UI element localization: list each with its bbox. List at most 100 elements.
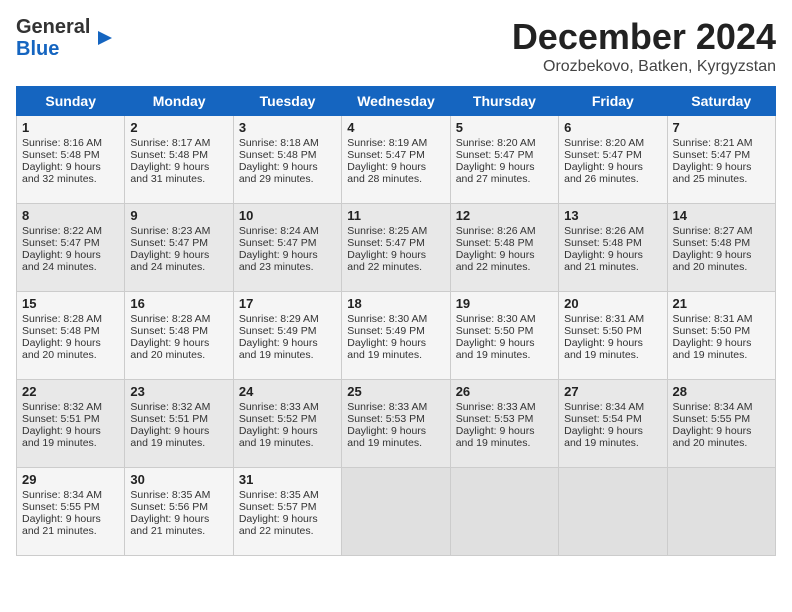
daylight-label: Daylight: 9 hours and 20 minutes. bbox=[22, 337, 101, 361]
sunrise-label: Sunrise: 8:16 AM bbox=[22, 137, 102, 149]
day-number: 3 bbox=[239, 120, 336, 135]
sunrise-label: Sunrise: 8:27 AM bbox=[673, 225, 753, 237]
daylight-label: Daylight: 9 hours and 22 minutes. bbox=[347, 249, 426, 273]
sunset-label: Sunset: 5:57 PM bbox=[239, 501, 317, 513]
day-number: 7 bbox=[673, 120, 770, 135]
sunrise-label: Sunrise: 8:20 AM bbox=[456, 137, 536, 149]
logo-arrow-icon bbox=[94, 27, 116, 49]
day-number: 10 bbox=[239, 208, 336, 223]
calendar-cell: 27 Sunrise: 8:34 AM Sunset: 5:54 PM Dayl… bbox=[559, 380, 667, 468]
daylight-label: Daylight: 9 hours and 25 minutes. bbox=[673, 161, 752, 185]
calendar-cell: 3 Sunrise: 8:18 AM Sunset: 5:48 PM Dayli… bbox=[233, 116, 341, 204]
header-thursday: Thursday bbox=[450, 87, 558, 116]
sunrise-label: Sunrise: 8:30 AM bbox=[456, 313, 536, 325]
calendar-cell: 4 Sunrise: 8:19 AM Sunset: 5:47 PM Dayli… bbox=[342, 116, 450, 204]
daylight-label: Daylight: 9 hours and 29 minutes. bbox=[239, 161, 318, 185]
sunrise-label: Sunrise: 8:34 AM bbox=[564, 401, 644, 413]
daylight-label: Daylight: 9 hours and 21 minutes. bbox=[22, 513, 101, 537]
sunset-label: Sunset: 5:48 PM bbox=[564, 237, 642, 249]
sunrise-label: Sunrise: 8:19 AM bbox=[347, 137, 427, 149]
day-number: 8 bbox=[22, 208, 119, 223]
calendar-cell: 11 Sunrise: 8:25 AM Sunset: 5:47 PM Dayl… bbox=[342, 204, 450, 292]
sunrise-label: Sunrise: 8:26 AM bbox=[564, 225, 644, 237]
sunset-label: Sunset: 5:47 PM bbox=[456, 149, 534, 161]
sunrise-label: Sunrise: 8:34 AM bbox=[673, 401, 753, 413]
day-number: 27 bbox=[564, 384, 661, 399]
daylight-label: Daylight: 9 hours and 19 minutes. bbox=[130, 425, 209, 449]
location-title: Orozbekovo, Batken, Kyrgyzstan bbox=[512, 58, 776, 76]
day-number: 13 bbox=[564, 208, 661, 223]
calendar-week-1: 1 Sunrise: 8:16 AM Sunset: 5:48 PM Dayli… bbox=[17, 116, 776, 204]
day-number: 14 bbox=[673, 208, 770, 223]
calendar-cell: 31 Sunrise: 8:35 AM Sunset: 5:57 PM Dayl… bbox=[233, 468, 341, 556]
calendar-cell: 26 Sunrise: 8:33 AM Sunset: 5:53 PM Dayl… bbox=[450, 380, 558, 468]
day-number: 2 bbox=[130, 120, 227, 135]
day-number: 21 bbox=[673, 296, 770, 311]
day-number: 31 bbox=[239, 472, 336, 487]
sunrise-label: Sunrise: 8:22 AM bbox=[22, 225, 102, 237]
daylight-label: Daylight: 9 hours and 22 minutes. bbox=[239, 513, 318, 537]
sunset-label: Sunset: 5:49 PM bbox=[347, 325, 425, 337]
logo: General Blue bbox=[16, 16, 116, 60]
daylight-label: Daylight: 9 hours and 28 minutes. bbox=[347, 161, 426, 185]
calendar-cell: 19 Sunrise: 8:30 AM Sunset: 5:50 PM Dayl… bbox=[450, 292, 558, 380]
sunset-label: Sunset: 5:47 PM bbox=[347, 237, 425, 249]
sunset-label: Sunset: 5:49 PM bbox=[239, 325, 317, 337]
daylight-label: Daylight: 9 hours and 20 minutes. bbox=[673, 249, 752, 273]
sunset-label: Sunset: 5:56 PM bbox=[130, 501, 208, 513]
sunrise-label: Sunrise: 8:33 AM bbox=[239, 401, 319, 413]
calendar-cell bbox=[667, 468, 775, 556]
daylight-label: Daylight: 9 hours and 19 minutes. bbox=[456, 337, 535, 361]
calendar-cell bbox=[559, 468, 667, 556]
day-number: 15 bbox=[22, 296, 119, 311]
calendar-week-5: 29 Sunrise: 8:34 AM Sunset: 5:55 PM Dayl… bbox=[17, 468, 776, 556]
calendar-cell: 18 Sunrise: 8:30 AM Sunset: 5:49 PM Dayl… bbox=[342, 292, 450, 380]
daylight-label: Daylight: 9 hours and 19 minutes. bbox=[347, 425, 426, 449]
header-tuesday: Tuesday bbox=[233, 87, 341, 116]
sunset-label: Sunset: 5:51 PM bbox=[22, 413, 100, 425]
sunset-label: Sunset: 5:48 PM bbox=[130, 149, 208, 161]
calendar-cell: 12 Sunrise: 8:26 AM Sunset: 5:48 PM Dayl… bbox=[450, 204, 558, 292]
calendar-week-2: 8 Sunrise: 8:22 AM Sunset: 5:47 PM Dayli… bbox=[17, 204, 776, 292]
sunset-label: Sunset: 5:47 PM bbox=[564, 149, 642, 161]
calendar-cell: 6 Sunrise: 8:20 AM Sunset: 5:47 PM Dayli… bbox=[559, 116, 667, 204]
calendar-cell: 10 Sunrise: 8:24 AM Sunset: 5:47 PM Dayl… bbox=[233, 204, 341, 292]
calendar-cell: 24 Sunrise: 8:33 AM Sunset: 5:52 PM Dayl… bbox=[233, 380, 341, 468]
sunset-label: Sunset: 5:55 PM bbox=[673, 413, 751, 425]
daylight-label: Daylight: 9 hours and 27 minutes. bbox=[456, 161, 535, 185]
day-number: 24 bbox=[239, 384, 336, 399]
logo-general: General bbox=[16, 16, 90, 38]
calendar-header: SundayMondayTuesdayWednesdayThursdayFrid… bbox=[17, 87, 776, 116]
calendar-cell: 17 Sunrise: 8:29 AM Sunset: 5:49 PM Dayl… bbox=[233, 292, 341, 380]
daylight-label: Daylight: 9 hours and 20 minutes. bbox=[673, 425, 752, 449]
sunset-label: Sunset: 5:53 PM bbox=[347, 413, 425, 425]
sunset-label: Sunset: 5:48 PM bbox=[456, 237, 534, 249]
calendar-cell: 7 Sunrise: 8:21 AM Sunset: 5:47 PM Dayli… bbox=[667, 116, 775, 204]
calendar-cell: 1 Sunrise: 8:16 AM Sunset: 5:48 PM Dayli… bbox=[17, 116, 125, 204]
sunrise-label: Sunrise: 8:31 AM bbox=[564, 313, 644, 325]
day-number: 16 bbox=[130, 296, 227, 311]
daylight-label: Daylight: 9 hours and 22 minutes. bbox=[456, 249, 535, 273]
sunset-label: Sunset: 5:48 PM bbox=[239, 149, 317, 161]
calendar-cell: 15 Sunrise: 8:28 AM Sunset: 5:48 PM Dayl… bbox=[17, 292, 125, 380]
calendar-cell: 5 Sunrise: 8:20 AM Sunset: 5:47 PM Dayli… bbox=[450, 116, 558, 204]
daylight-label: Daylight: 9 hours and 24 minutes. bbox=[130, 249, 209, 273]
sunrise-label: Sunrise: 8:28 AM bbox=[22, 313, 102, 325]
daylight-label: Daylight: 9 hours and 21 minutes. bbox=[564, 249, 643, 273]
calendar-cell bbox=[342, 468, 450, 556]
sunrise-label: Sunrise: 8:28 AM bbox=[130, 313, 210, 325]
calendar-cell: 23 Sunrise: 8:32 AM Sunset: 5:51 PM Dayl… bbox=[125, 380, 233, 468]
day-number: 17 bbox=[239, 296, 336, 311]
sunrise-label: Sunrise: 8:25 AM bbox=[347, 225, 427, 237]
daylight-label: Daylight: 9 hours and 19 minutes. bbox=[564, 425, 643, 449]
day-number: 30 bbox=[130, 472, 227, 487]
sunset-label: Sunset: 5:55 PM bbox=[22, 501, 100, 513]
day-number: 4 bbox=[347, 120, 444, 135]
day-number: 1 bbox=[22, 120, 119, 135]
calendar-cell: 8 Sunrise: 8:22 AM Sunset: 5:47 PM Dayli… bbox=[17, 204, 125, 292]
day-number: 19 bbox=[456, 296, 553, 311]
daylight-label: Daylight: 9 hours and 31 minutes. bbox=[130, 161, 209, 185]
header-wednesday: Wednesday bbox=[342, 87, 450, 116]
calendar-cell: 9 Sunrise: 8:23 AM Sunset: 5:47 PM Dayli… bbox=[125, 204, 233, 292]
daylight-label: Daylight: 9 hours and 23 minutes. bbox=[239, 249, 318, 273]
